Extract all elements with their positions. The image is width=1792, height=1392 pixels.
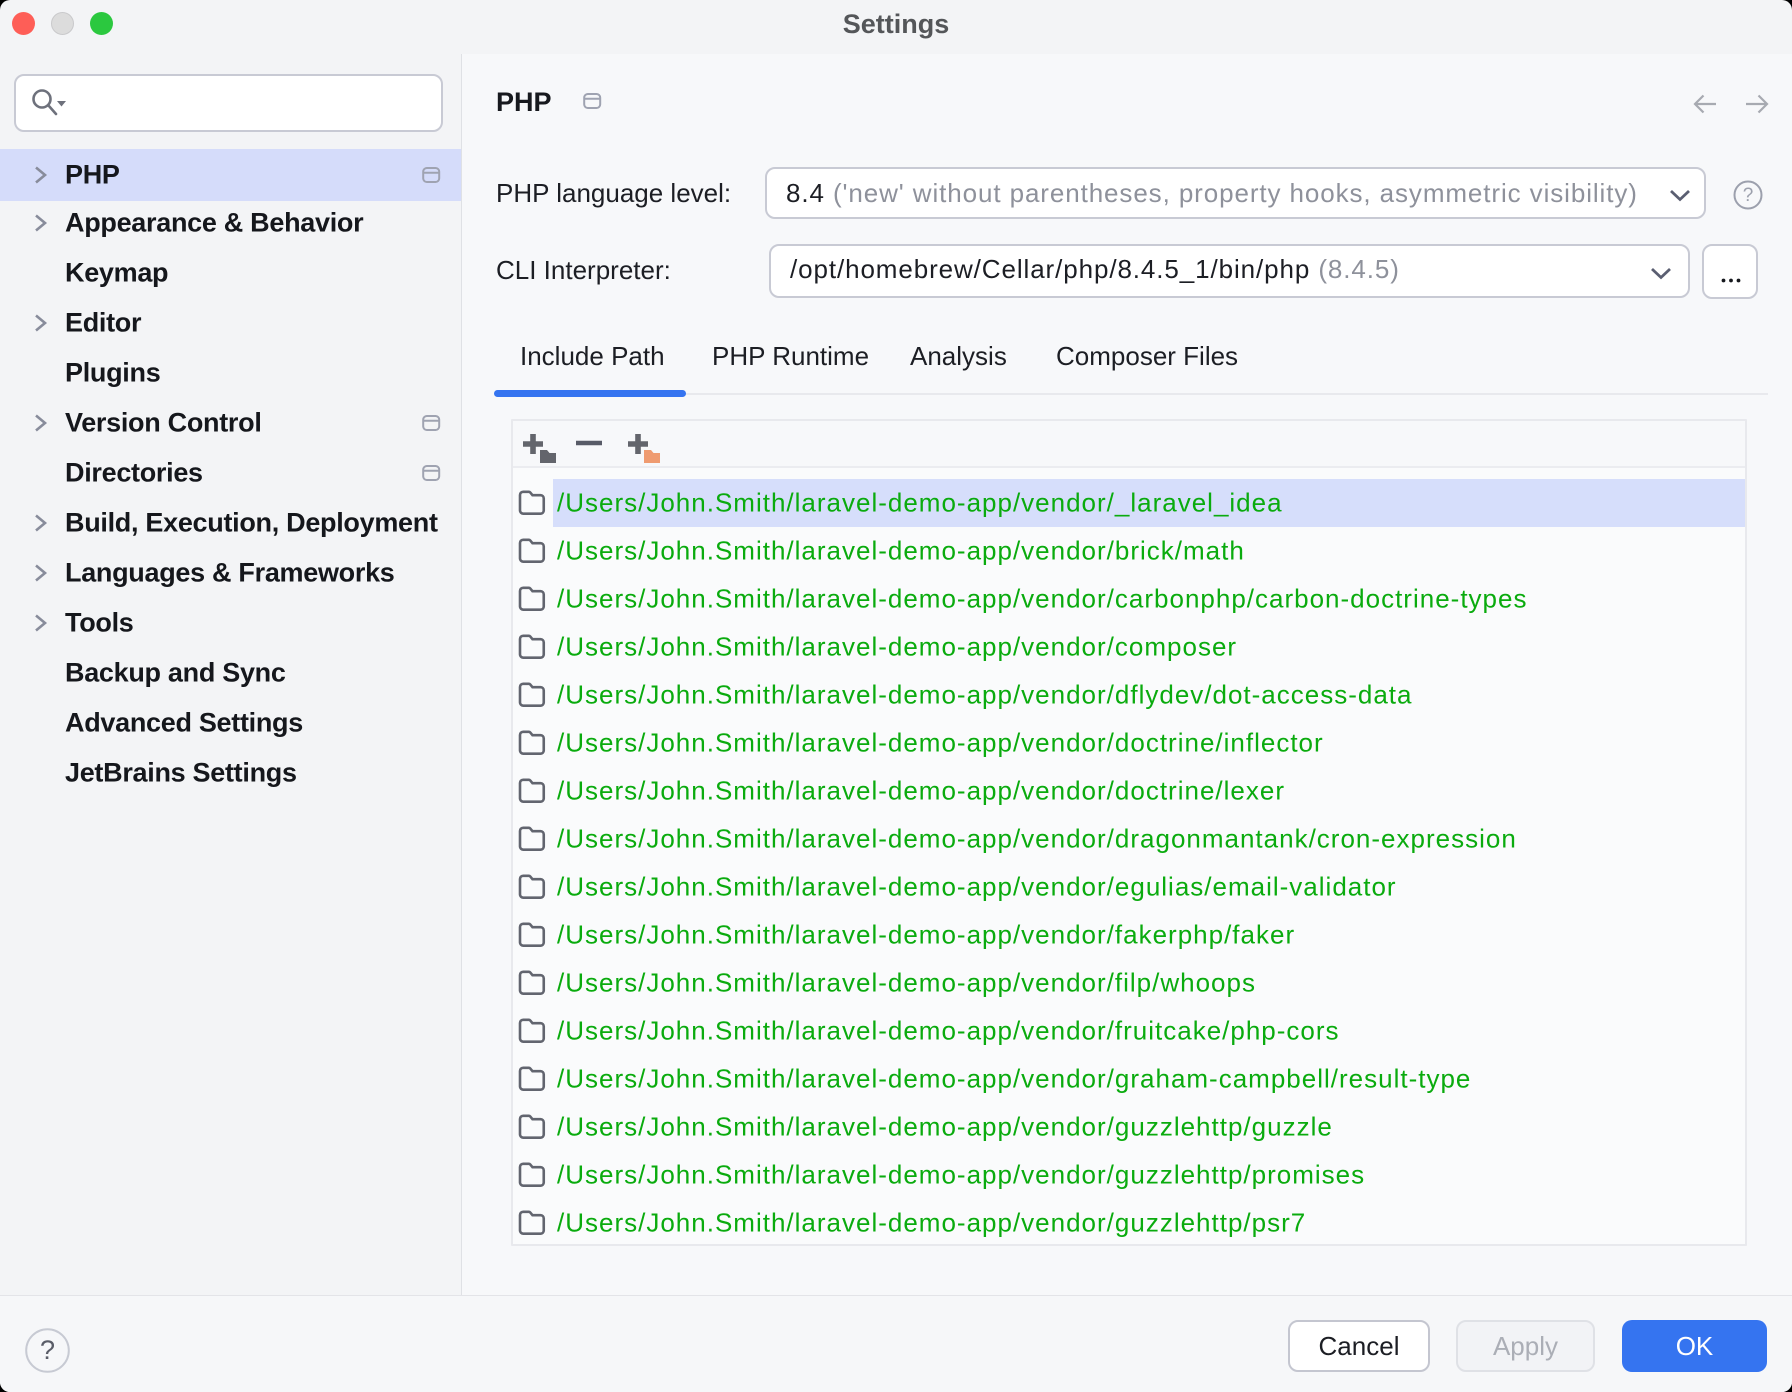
svg-text:?: ?	[1743, 185, 1754, 206]
svg-text:?: ?	[40, 1335, 55, 1365]
